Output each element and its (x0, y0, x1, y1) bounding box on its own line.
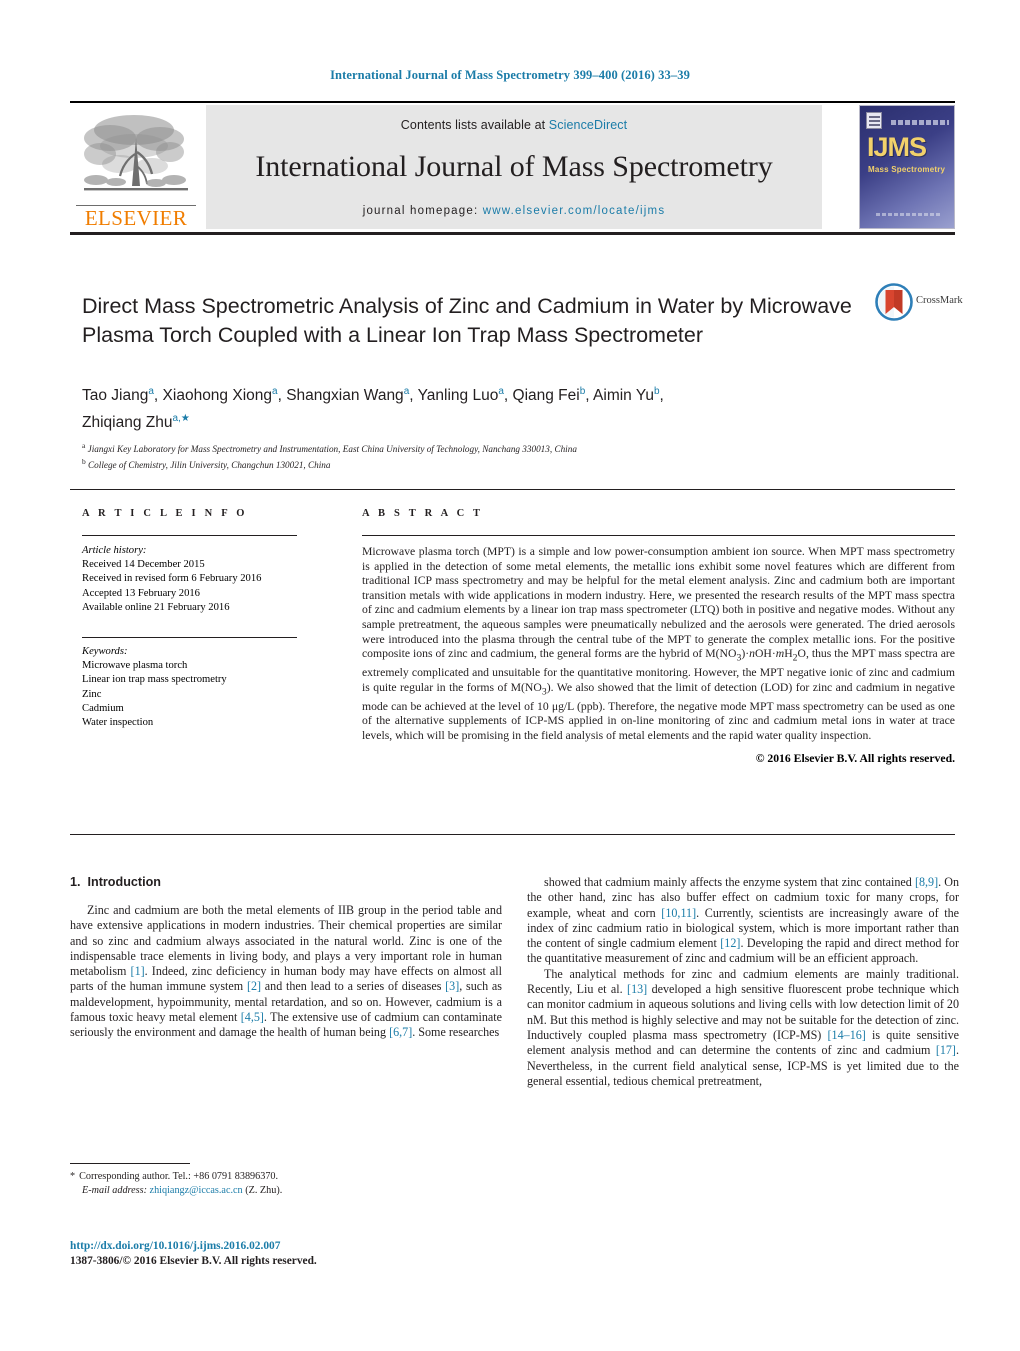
page-title: Direct Mass Spectrometric Analysis of Zi… (82, 294, 852, 348)
affiliation-item: b College of Chemistry, Jilin University… (82, 456, 331, 470)
abstract-text: Microwave plasma torch (MPT) is a simple… (362, 545, 955, 742)
issn-copyright-line: 1387-3806/© 2016 Elsevier B.V. All right… (70, 1255, 317, 1267)
masthead-center: Contents lists available at ScienceDirec… (206, 105, 822, 229)
journal-article-page: International Journal of Mass Spectromet… (0, 0, 1020, 1351)
author-item-corresponding: Zhiqiang Zhua,★ (82, 413, 190, 432)
keywords-label: Keywords: (82, 646, 128, 658)
article-history-block: Article history: Received 14 December 20… (82, 544, 297, 615)
crossmark-badge[interactable]: CrossMark (875, 283, 963, 323)
keyword-item: Zinc (82, 688, 102, 700)
author-affil-marker: a (498, 386, 504, 397)
footnote-marker: * (70, 1171, 76, 1182)
email-link[interactable]: zhiqiangz@iccas.ac.cn (150, 1185, 243, 1196)
crossmark-label: CrossMark (916, 295, 963, 306)
elsevier-logo: ELSEVIER (70, 105, 202, 229)
author-affil-marker: a (272, 386, 278, 397)
author-item: Aimin Yub (593, 386, 660, 405)
abstract-copyright: © 2016 Elsevier B.V. All rights reserved… (755, 752, 955, 766)
author-affil-marker: a (148, 386, 154, 397)
paragraph: Zinc and cadmium are both the metal elem… (70, 903, 502, 1040)
keyword-item: Cadmium (82, 702, 124, 714)
history-item: Received 14 December 2015 (82, 559, 205, 571)
contents-prefix: Contents lists available at (400, 118, 549, 132)
journal-homepage-line: journal homepage: www.elsevier.com/locat… (363, 205, 666, 217)
paragraph: The analytical methods for zinc and cadm… (527, 966, 960, 1088)
history-item: Available online 21 February 2016 (82, 601, 230, 613)
doi-block: http://dx.doi.org/10.1016/j.ijms.2016.02… (70, 1239, 520, 1269)
article-info-column: A R T I C L E I N F O Article history: R… (82, 508, 297, 730)
homepage-label: journal homepage: (362, 205, 483, 217)
article-info-rule (82, 535, 297, 536)
body-column-left: 1. Introduction Zinc and cadmium are both… (70, 875, 502, 1041)
keywords-block: Keywords: Microwave plasma torch Linear … (82, 645, 297, 730)
email-note: E-mail address: zhiqiangz@iccas.ac.cn (Z… (70, 1184, 510, 1198)
article-info-heading: A R T I C L E I N F O (82, 508, 248, 519)
running-head: International Journal of Mass Spectromet… (330, 68, 690, 82)
keyword-item: Microwave plasma torch (82, 660, 188, 672)
author-list: Tao Jianga, Xiaohong Xionga, Shangxian W… (82, 386, 664, 432)
footnote-rule (70, 1163, 190, 1164)
homepage-url-link[interactable]: www.elsevier.com/locate/ijms (483, 205, 666, 217)
author-affil-marker: b (579, 386, 586, 397)
author-affil-marker: a,★ (172, 413, 190, 425)
body-column-right: showed that cadmium mainly affects the e… (527, 875, 959, 1089)
elsevier-wordmark: ELSEVIER (76, 205, 196, 229)
author-item: Shangxian Wanga (286, 386, 410, 405)
contents-lists-line: Contents lists available at ScienceDirec… (401, 118, 627, 132)
author-item: Yanling Luoa (417, 386, 504, 405)
author-item: Xiaohong Xionga (162, 386, 278, 405)
abstract-heading: A B S T R A C T (362, 508, 484, 519)
cover-elsevier-icon (866, 112, 882, 129)
corresponding-author-note: * Corresponding author. Tel.: +86 0791 83… (70, 1171, 279, 1182)
doi-link[interactable]: http://dx.doi.org/10.1016/j.ijms.2016.02… (70, 1239, 520, 1254)
cover-bottom-text-decor (876, 213, 940, 216)
affiliation-item: a Jiangxi Key Laboratory for Mass Spectr… (82, 441, 577, 455)
author-affil-marker: b (653, 386, 660, 397)
affiliation-list: a Jiangxi Key Laboratory for Mass Spectr… (82, 440, 882, 471)
section-title: Introduction (87, 875, 161, 889)
keyword-item: Linear ion trap mass spectrometry (82, 674, 227, 686)
abstract-rule (362, 535, 955, 536)
elsevier-tree-icon (84, 115, 188, 191)
paragraph: showed that cadmium mainly affects the e… (527, 875, 960, 966)
history-item: Received in revised form 6 February 2016 (82, 573, 262, 585)
journal-cover-thumbnail: IJMS Mass Spectrometry (859, 105, 955, 229)
sciencedirect-link[interactable]: ScienceDirect (549, 118, 627, 132)
abstract-bottom-rule (70, 834, 955, 835)
info-section-top-rule (70, 489, 955, 490)
cover-subtitle: Mass Spectrometry (868, 165, 946, 174)
masthead-bottom-rule (70, 232, 955, 235)
article-history-label: Article history: (82, 545, 147, 556)
journal-masthead: ELSEVIER Contents lists available at Sci… (70, 101, 955, 229)
footnote-block: * Corresponding author. Tel.: +86 0791 83… (70, 1170, 510, 1197)
author-item: Tao Jianga (82, 386, 154, 405)
email-suffix: (Z. Zhu). (245, 1184, 283, 1196)
crossmark-icon (875, 283, 913, 321)
journal-title: International Journal of Mass Spectromet… (255, 150, 773, 183)
history-item: Accepted 13 February 2016 (82, 587, 200, 599)
abstract-column: A B S T R A C T Microwave plasma torch (… (362, 508, 955, 765)
keyword-item: Water inspection (82, 717, 154, 729)
author-affil-marker: a (403, 386, 410, 397)
email-label: E-mail address: (82, 1184, 147, 1196)
author-item: Qiang Feib (512, 386, 586, 405)
section-number: 1. (70, 875, 81, 889)
cover-ijms-logo: IJMS (867, 132, 927, 162)
cover-top-text-decor (891, 120, 949, 125)
section-heading-introduction: 1. Introduction (70, 875, 502, 889)
keywords-rule (82, 637, 297, 639)
